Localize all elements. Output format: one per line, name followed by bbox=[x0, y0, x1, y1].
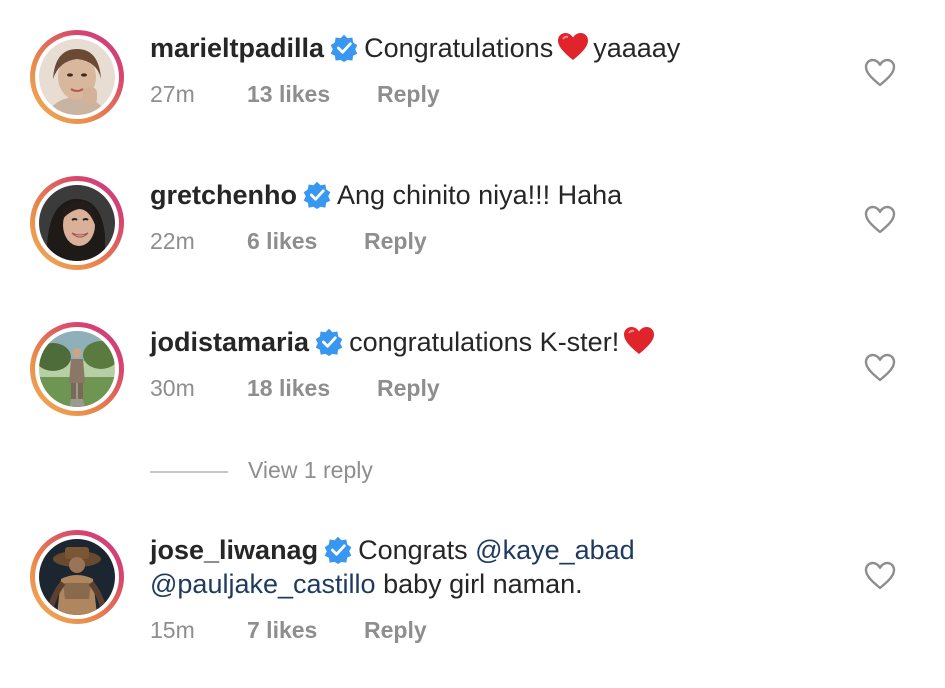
timestamp: 27m bbox=[150, 81, 195, 107]
comment-meta: 27m 13 likes Reply bbox=[150, 81, 440, 108]
avatar[interactable] bbox=[30, 322, 124, 416]
username[interactable]: gretchenho bbox=[150, 180, 297, 210]
username[interactable]: jodistamaria bbox=[150, 327, 309, 357]
comment-text-continued: @pauljake_castillo baby girl naman. bbox=[150, 567, 583, 601]
verified-badge-icon bbox=[315, 328, 343, 356]
reply-button[interactable]: Reply bbox=[377, 375, 440, 402]
timestamp: 15m bbox=[150, 617, 195, 643]
comment-meta: 15m 7 likes Reply bbox=[150, 617, 427, 644]
comment-body: baby girl naman. bbox=[383, 569, 583, 599]
comment-text: gretchenho Ang chinito niya!!! Haha bbox=[150, 178, 622, 212]
view-replies-label: View 1 reply bbox=[248, 457, 373, 483]
comment-body: Congratulations bbox=[364, 33, 554, 63]
timestamp: 22m bbox=[150, 228, 195, 254]
username[interactable]: marieltpadilla bbox=[150, 33, 324, 63]
comment-body: yaaaay bbox=[593, 33, 681, 63]
verified-badge-icon bbox=[303, 181, 331, 209]
comment-meta: 22m 6 likes Reply bbox=[150, 228, 427, 255]
reply-button[interactable]: Reply bbox=[377, 81, 440, 108]
mention-link[interactable]: @kaye_abad bbox=[475, 535, 635, 565]
avatar[interactable] bbox=[30, 176, 124, 270]
heart-outline-icon[interactable] bbox=[864, 58, 896, 88]
verified-badge-icon bbox=[324, 536, 352, 564]
red-heart-emoji bbox=[558, 33, 589, 60]
likes-count[interactable]: 7 likes bbox=[247, 617, 364, 644]
comment-body: congratulations K-ster! bbox=[349, 327, 620, 357]
comment-meta: 30m 18 likes Reply bbox=[150, 375, 440, 402]
likes-count[interactable]: 18 likes bbox=[247, 375, 377, 402]
mention-link[interactable]: @pauljake_castillo bbox=[150, 569, 376, 599]
timestamp: 30m bbox=[150, 375, 195, 401]
comment-text: marieltpadilla Congratulations yaaaay bbox=[150, 31, 680, 65]
heart-outline-icon[interactable] bbox=[864, 205, 896, 235]
username[interactable]: jose_liwanag bbox=[150, 535, 318, 565]
verified-badge-icon bbox=[330, 34, 358, 62]
likes-count[interactable]: 13 likes bbox=[247, 81, 377, 108]
reply-button[interactable]: Reply bbox=[364, 617, 427, 644]
heart-outline-icon[interactable] bbox=[864, 561, 896, 591]
likes-count[interactable]: 6 likes bbox=[247, 228, 364, 255]
divider bbox=[150, 471, 228, 473]
avatar[interactable] bbox=[30, 530, 124, 624]
avatar[interactable] bbox=[30, 30, 124, 124]
comment-body: Congrats bbox=[358, 535, 468, 565]
comment-text: jodistamaria congratulations K-ster! bbox=[150, 325, 659, 359]
heart-outline-icon[interactable] bbox=[864, 353, 896, 383]
comment-text: jose_liwanag Congrats @kaye_abad bbox=[150, 533, 635, 567]
red-heart-emoji bbox=[624, 327, 655, 354]
comment-body: Ang chinito niya!!! Haha bbox=[337, 180, 623, 210]
reply-button[interactable]: Reply bbox=[364, 228, 427, 255]
